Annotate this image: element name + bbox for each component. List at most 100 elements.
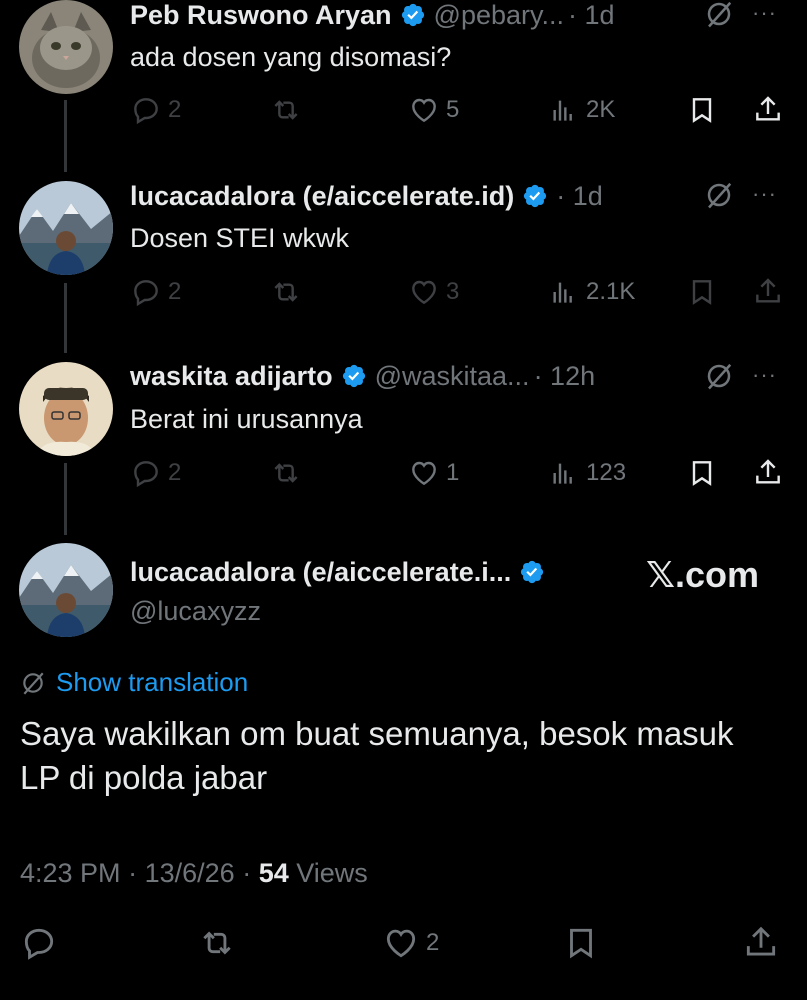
more-options-icon[interactable]: ··· [752, 362, 777, 388]
reply-header: waskita adijarto @waskitaa... · 12h [130, 359, 787, 393]
tweet-text: Dosen STEI wkwk [130, 223, 350, 253]
share-icon [756, 278, 780, 303]
main-header: lucacadalora (e/aiccelerate.i... [130, 555, 617, 589]
reply-icon [24, 928, 54, 960]
repost-button[interactable] [270, 94, 302, 126]
timestamp[interactable]: · 1d [556, 181, 603, 212]
reply-count: 2 [168, 278, 182, 305]
avatar[interactable] [19, 362, 113, 456]
avatar[interactable] [19, 181, 113, 275]
verified-badge-icon [521, 560, 544, 584]
analytics-icon [553, 463, 572, 484]
like-count: 5 [446, 96, 460, 123]
share-icon [756, 96, 780, 121]
bookmark-icon [692, 280, 712, 305]
repost-button[interactable] [270, 457, 302, 489]
grok-icon [23, 672, 44, 695]
analytics-icon [553, 100, 572, 121]
display-name[interactable]: lucacadalora (e/aiccelerate.i... [130, 557, 511, 588]
bookmark-icon [692, 461, 712, 486]
tweet-timestamp: 4:23 PM · 13/6/26 · 54 Views [20, 858, 368, 889]
avatar[interactable] [19, 543, 113, 637]
tweet-text: ada dosen yang disomasi? [130, 42, 452, 72]
show-translation-label: Show translation [56, 667, 249, 697]
view-count: 123 [586, 459, 627, 486]
verified-badge-icon [342, 364, 365, 388]
like-button[interactable]: 2 [382, 924, 439, 962]
thread-line [64, 463, 67, 535]
reply-button[interactable]: 2 [130, 276, 181, 308]
grok-icon[interactable] [704, 0, 734, 29]
reply-button[interactable] [20, 924, 58, 962]
repost-icon [274, 463, 298, 483]
display-name[interactable]: Peb Ruswono Aryan [130, 0, 392, 31]
timestamp[interactable]: · 12h [534, 361, 596, 392]
show-translation-link[interactable]: Show translation [20, 667, 248, 698]
views-count[interactable]: 54 [259, 858, 289, 888]
more-options-icon[interactable]: ··· [752, 0, 777, 26]
bookmark-button[interactable] [686, 276, 718, 308]
thread-line [64, 100, 67, 172]
repost-icon [274, 100, 298, 120]
verified-badge-icon [524, 184, 547, 208]
bookmark-icon [570, 928, 592, 959]
repost-icon [274, 282, 298, 302]
like-button[interactable]: 1 [408, 457, 459, 489]
reply-icon [134, 280, 158, 307]
views-label: Views [296, 858, 368, 888]
x-com-watermark: 𝕏.com [646, 554, 760, 595]
repost-button[interactable] [198, 924, 236, 962]
avatar[interactable] [19, 0, 113, 94]
share-button[interactable] [752, 276, 784, 308]
like-button[interactable]: 5 [408, 94, 459, 126]
thread-line [64, 283, 67, 353]
bookmark-button[interactable] [686, 457, 718, 489]
like-count: 1 [446, 459, 460, 486]
bookmark-icon [692, 98, 712, 123]
reply-count: 2 [168, 96, 182, 123]
repost-button[interactable] [270, 276, 302, 308]
heart-icon [412, 280, 436, 305]
separator: · [242, 858, 259, 888]
timestamp[interactable]: · 1d [568, 0, 615, 31]
analytics-icon [553, 282, 572, 303]
reply-button[interactable]: 2 [130, 94, 181, 126]
like-count: 2 [426, 929, 440, 956]
like-count: 3 [446, 278, 460, 305]
handle[interactable]: @lucaxyzz [130, 596, 261, 627]
views-button[interactable]: 2K [548, 94, 615, 126]
reply-icon [134, 461, 158, 488]
handle[interactable]: @waskitaa... [375, 361, 530, 392]
share-button[interactable] [752, 457, 784, 489]
more-options-icon[interactable]: ··· [752, 181, 777, 207]
bookmark-button[interactable] [562, 924, 600, 962]
separator: · [128, 858, 145, 888]
view-count: 2.1K [586, 278, 636, 305]
views-button[interactable]: 2.1K [548, 276, 635, 308]
display-name[interactable]: waskita adijarto [130, 361, 333, 392]
reply-count: 2 [168, 459, 182, 486]
share-icon [746, 926, 776, 956]
repost-icon [203, 931, 231, 955]
reply-header: Peb Ruswono Aryan @pebary... · 1d [130, 0, 787, 32]
time[interactable]: 4:23 PM [20, 858, 121, 888]
display-name[interactable]: lucacadalora (e/aiccelerate.id) [130, 181, 514, 212]
verified-badge-icon [401, 3, 424, 27]
heart-icon [412, 98, 436, 123]
like-button[interactable]: 3 [408, 276, 459, 308]
reply-icon [134, 98, 158, 125]
share-button[interactable] [752, 94, 784, 126]
grok-icon[interactable] [704, 180, 734, 210]
handle[interactable]: @pebary... [434, 0, 564, 31]
heart-icon [412, 461, 436, 486]
heart-icon [386, 929, 416, 958]
tweet-text: Berat ini urusannya [130, 404, 363, 434]
bookmark-button[interactable] [686, 94, 718, 126]
reply-button[interactable]: 2 [130, 457, 181, 489]
date[interactable]: 13/6/26 [145, 858, 235, 888]
grok-icon[interactable] [704, 361, 734, 391]
share-button[interactable] [742, 924, 780, 962]
tweet-text: Saya wakilkan om buat semuanya, besok ma… [20, 715, 734, 796]
view-count: 2K [586, 96, 616, 123]
views-button[interactable]: 123 [548, 457, 626, 489]
